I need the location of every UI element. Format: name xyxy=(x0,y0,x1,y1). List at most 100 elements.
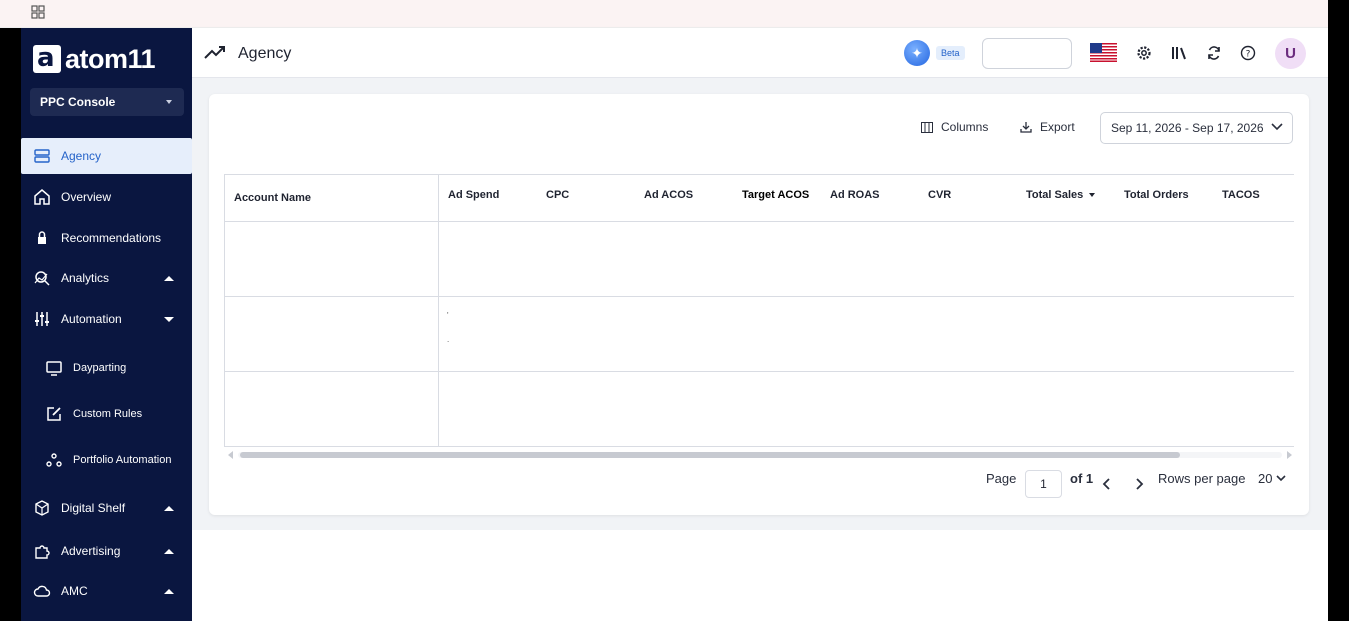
row-divider xyxy=(225,296,1294,297)
nodes-icon xyxy=(46,453,62,467)
columns-button[interactable]: Columns xyxy=(921,120,988,134)
puzzle-icon xyxy=(35,545,50,559)
main-area: Agency ✦ Beta ? U Columns Export Sep 11,… xyxy=(192,28,1328,621)
sidebar-subitem-label: Portfolio Automation xyxy=(73,454,172,466)
row-divider xyxy=(225,371,1294,372)
chevron-up-icon xyxy=(164,505,174,511)
columns-label: Columns xyxy=(941,120,989,134)
scroll-left-icon[interactable] xyxy=(228,451,233,459)
next-page-icon[interactable] xyxy=(1134,478,1144,490)
column-divider xyxy=(438,175,439,446)
cell-mark: . xyxy=(447,335,450,344)
sidebar-item-label: Analytics xyxy=(61,271,110,285)
beta-badge: Beta xyxy=(936,46,965,60)
apps-grid-icon[interactable] xyxy=(31,5,45,19)
prev-page-icon[interactable] xyxy=(1102,478,1112,490)
sidebar-subitem-custom-rules[interactable]: Custom Rules xyxy=(21,396,192,432)
home-icon xyxy=(34,189,50,205)
gear-icon[interactable] xyxy=(1135,44,1153,62)
page-number-input[interactable]: 1 xyxy=(1025,470,1062,498)
help-icon[interactable]: ? xyxy=(1239,44,1257,62)
chevron-up-icon xyxy=(164,548,174,554)
rows-per-page-label: Rows per page xyxy=(1158,471,1246,486)
column-header-account-name[interactable]: Account Name xyxy=(234,192,311,204)
left-frame xyxy=(0,28,21,621)
column-header-target-acos[interactable]: Target ACOS xyxy=(742,189,809,201)
page-title: Agency xyxy=(238,45,292,62)
chevron-up-icon xyxy=(164,275,174,281)
trending-up-icon xyxy=(204,46,225,59)
export-label: Export xyxy=(1040,120,1075,134)
sidebar-item-label: Digital Shelf xyxy=(61,501,126,515)
column-header-tacos[interactable]: TACOS xyxy=(1222,189,1260,201)
logo-text: atom11 xyxy=(65,43,156,74)
sidebar-subitem-dayparting[interactable]: Dayparting xyxy=(21,350,192,386)
sidebar-item-label: Advertising xyxy=(61,544,121,558)
sparkle-icon: ✦ xyxy=(904,40,930,66)
column-header-cpc[interactable]: CPC xyxy=(546,189,569,201)
brand-logo[interactable]: a atom11 xyxy=(33,43,156,74)
lock-icon xyxy=(38,231,46,244)
server-icon xyxy=(34,149,50,163)
chevron-down-icon xyxy=(1271,123,1283,131)
sidebar-item-label: Agency xyxy=(61,149,102,163)
chevron-down-icon xyxy=(1276,475,1287,482)
window-top-bar xyxy=(0,0,1328,28)
header-divider xyxy=(225,221,1294,222)
sidebar-item-label: Overview xyxy=(61,190,112,204)
rows-per-page-select[interactable]: 20 xyxy=(1258,471,1287,486)
sidebar-item-digital-shelf[interactable]: Digital Shelf xyxy=(21,490,192,526)
console-select-label: PPC Console xyxy=(40,95,116,109)
header-input[interactable] xyxy=(982,38,1072,69)
sidebar-subitem-label: Custom Rules xyxy=(73,408,143,420)
sidebar-item-amc[interactable]: AMC xyxy=(21,573,192,609)
column-header-total-sales[interactable]: Total Sales xyxy=(1026,189,1096,201)
data-table: Account Name Ad Spend CPC Ad ACOS Target… xyxy=(224,174,1294,447)
scroll-right-icon[interactable] xyxy=(1287,451,1292,459)
export-button[interactable]: Export xyxy=(1020,120,1075,134)
sidebar: a atom11 PPC Console Agency Overview Rec… xyxy=(21,28,192,621)
chevron-down-icon xyxy=(164,316,174,322)
sliders-icon xyxy=(35,312,49,326)
us-flag-icon[interactable] xyxy=(1090,43,1117,62)
sidebar-item-advertising[interactable]: Advertising xyxy=(21,533,192,569)
download-icon xyxy=(1020,122,1032,133)
sidebar-item-agency[interactable]: Agency xyxy=(21,138,192,174)
sidebar-subitem-portfolio-automation[interactable]: Portfolio Automation xyxy=(21,442,192,478)
logo-mark: a xyxy=(33,43,61,73)
sidebar-item-label: AMC xyxy=(61,584,88,598)
sidebar-subitem-label: Dayparting xyxy=(73,362,127,374)
chevron-up-icon xyxy=(164,588,174,594)
cloud-icon xyxy=(33,585,51,597)
row-divider xyxy=(225,446,1294,447)
page-total: of 1 xyxy=(1070,471,1094,486)
column-header-total-orders[interactable]: Total Orders xyxy=(1124,189,1189,201)
sidebar-item-automation[interactable]: Automation xyxy=(21,301,192,337)
svg-text:?: ? xyxy=(1246,50,1251,60)
page-header: Agency ✦ Beta ? U xyxy=(192,28,1328,78)
date-range-value: Sep 11, 2026 - Sep 17, 2026 xyxy=(1111,121,1264,135)
date-range-picker[interactable]: Sep 11, 2026 - Sep 17, 2026 xyxy=(1100,112,1293,144)
sidebar-item-label: Automation xyxy=(61,312,122,326)
scroll-thumb[interactable] xyxy=(240,452,1180,458)
sidebar-item-overview[interactable]: Overview xyxy=(21,179,192,215)
caret-down-icon xyxy=(166,100,172,104)
columns-icon xyxy=(921,121,933,133)
column-header-ad-acos[interactable]: Ad ACOS xyxy=(644,189,693,201)
column-header-cvr[interactable]: CVR xyxy=(928,189,951,201)
library-icon[interactable] xyxy=(1171,44,1189,62)
sidebar-item-recommendations[interactable]: Recommendations xyxy=(21,220,192,256)
sidebar-item-label: Recommendations xyxy=(61,231,162,245)
rows-per-page-value: 20 xyxy=(1258,471,1273,486)
column-header-ad-roas[interactable]: Ad ROAS xyxy=(830,189,880,201)
column-header-label: Total Sales xyxy=(1026,189,1084,201)
horizontal-scrollbar[interactable] xyxy=(226,450,1294,459)
sidebar-item-analytics[interactable]: Analytics xyxy=(21,260,192,296)
monitor-icon xyxy=(46,361,62,376)
console-select[interactable]: PPC Console xyxy=(30,88,184,116)
user-avatar[interactable]: U xyxy=(1275,38,1306,69)
column-header-ad-spend[interactable]: Ad Spend xyxy=(448,189,499,201)
refresh-icon[interactable] xyxy=(1205,44,1223,62)
ai-assistant-button[interactable]: ✦ Beta xyxy=(904,40,965,66)
agency-table-card: Columns Export Sep 11, 2026 - Sep 17, 20… xyxy=(209,94,1309,515)
